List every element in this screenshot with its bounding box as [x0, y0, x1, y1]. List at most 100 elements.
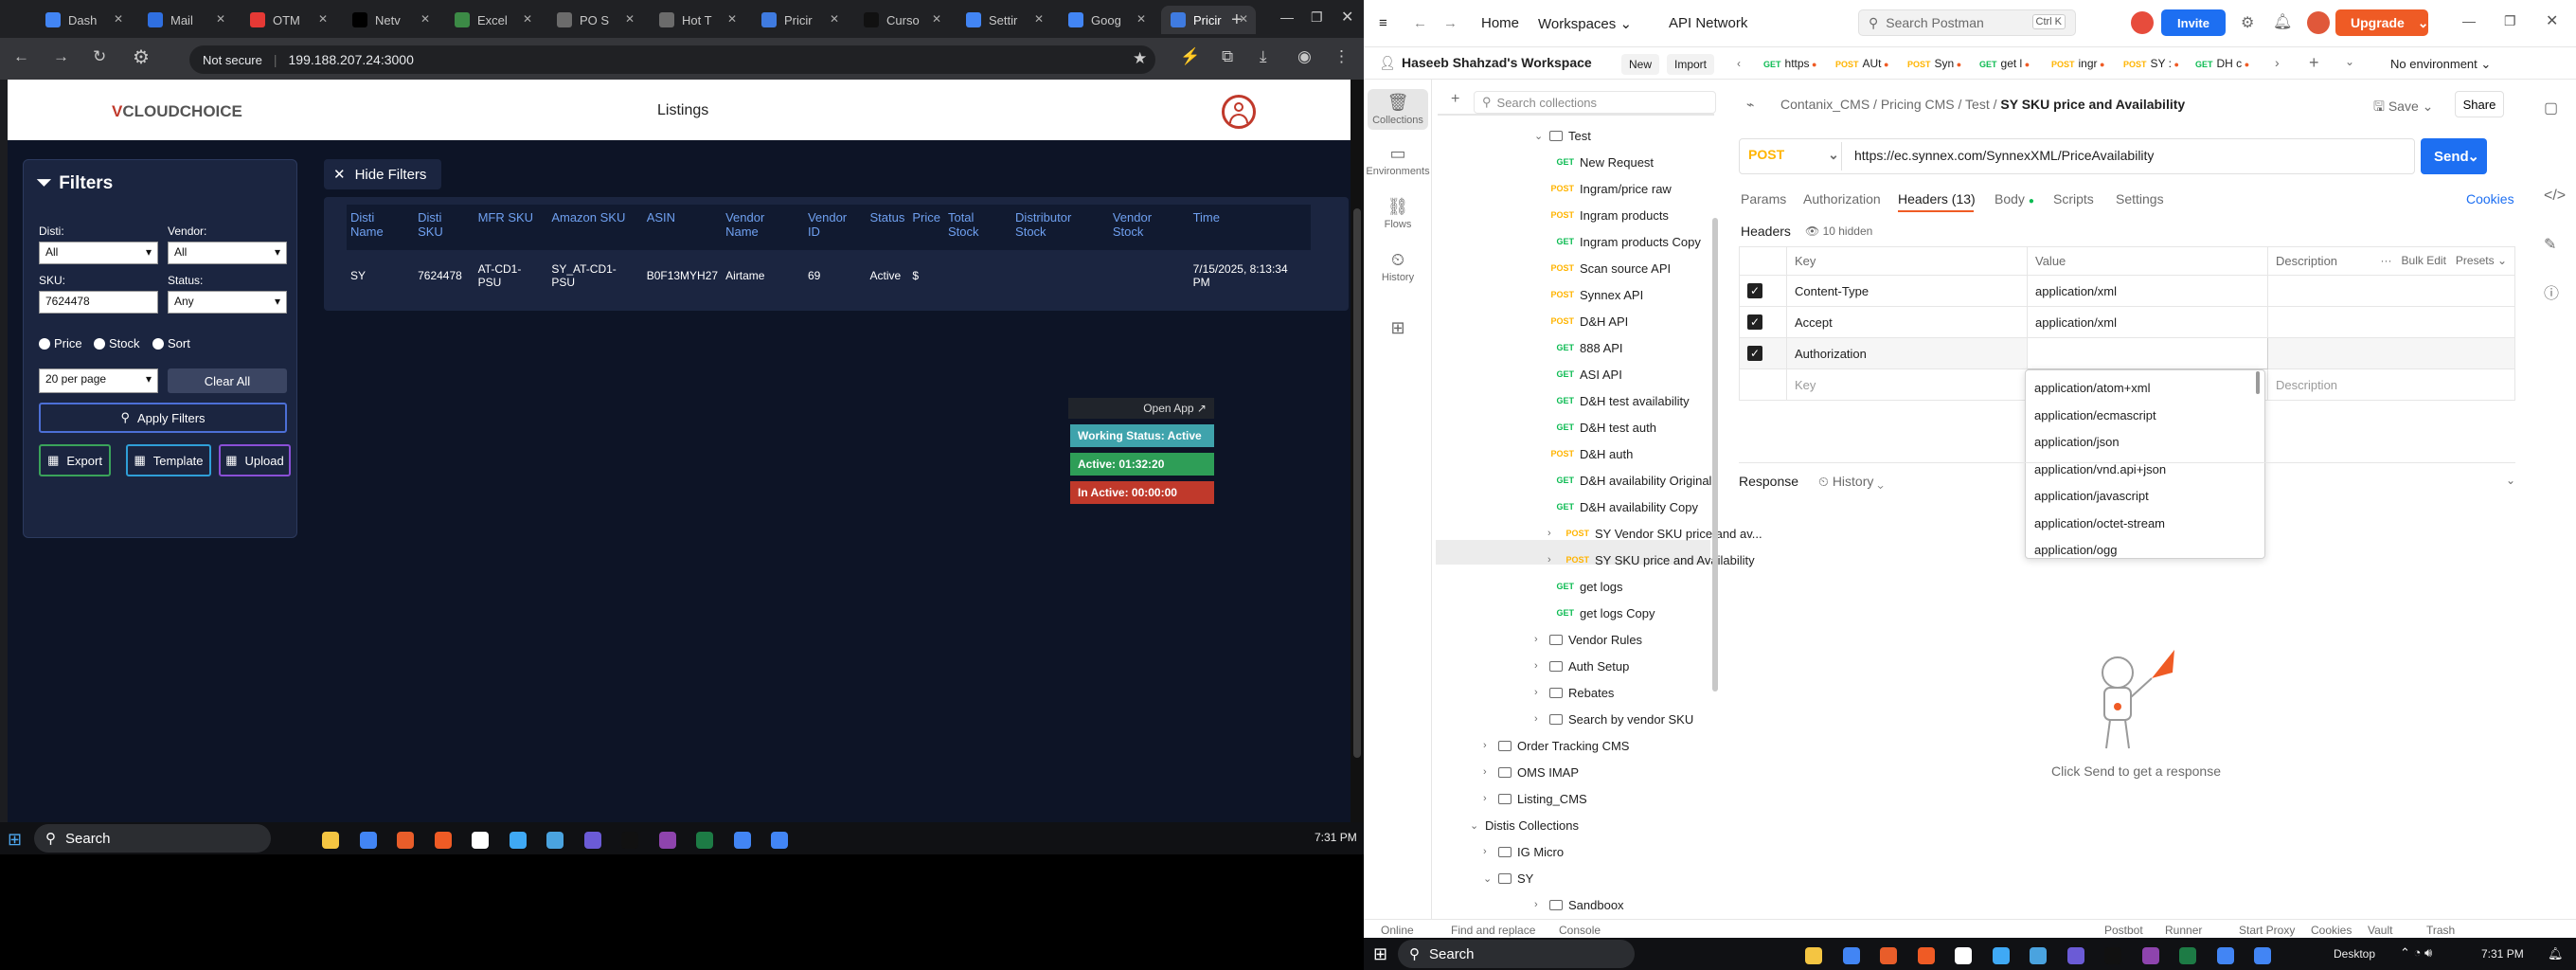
taskbar-app-icon[interactable] — [658, 832, 676, 849]
import-button[interactable]: Import — [1667, 54, 1715, 75]
tree-item[interactable]: POST Ingram products — [1547, 203, 1668, 227]
tune-icon[interactable]: ⚙ — [133, 45, 150, 69]
taskbar-app-icon[interactable] — [2216, 947, 2234, 964]
nav-workspaces[interactable]: Workspaces ⌄ — [1538, 15, 1632, 32]
suggestion-item[interactable]: application/vnd.api+json — [2034, 462, 2166, 476]
per-page-select[interactable]: 20 per page ▾ — [39, 368, 158, 393]
chevron-down-icon[interactable]: ⌄ — [1470, 819, 1479, 832]
footer-item[interactable]: Trash — [2426, 924, 2455, 937]
table-column-header[interactable]: Amazon SKU — [547, 205, 643, 250]
forward-icon[interactable]: → — [53, 47, 69, 66]
taskbar-app-icon[interactable] — [472, 832, 489, 849]
share-button[interactable]: Share — [2455, 91, 2504, 117]
taskbar-app-icon[interactable] — [1842, 947, 1860, 964]
scrollbar-thumb[interactable] — [1353, 208, 1361, 758]
radio-stock[interactable]: Stock — [94, 336, 140, 350]
back-icon[interactable]: ← — [1413, 15, 1427, 31]
disti-select[interactable]: All ▾ — [39, 242, 158, 264]
user-avatar-icon[interactable] — [1222, 95, 1256, 129]
notification-icon[interactable]: 🔔︎ — [2548, 946, 2564, 961]
table-column-header[interactable]: ASIN — [642, 205, 723, 250]
environment-select[interactable]: No environment ⌄ — [2390, 57, 2491, 72]
close-tab-icon[interactable]: ✕ — [523, 12, 532, 26]
chevron-right-icon[interactable]: › — [1483, 793, 1493, 804]
vendor-select[interactable]: All ▾ — [168, 242, 287, 264]
extension-icon[interactable]: ⚡ — [1180, 47, 1200, 66]
collection-search-input[interactable]: ⚲ Search collections — [1474, 91, 1716, 114]
request-tab[interactable]: POST SY : ● — [2123, 57, 2179, 70]
footer-item[interactable]: Start Proxy — [2239, 924, 2295, 937]
minimize-icon[interactable]: — — [1280, 9, 1294, 25]
sidebar-item-environments[interactable]: ▭ Environments — [1364, 144, 1432, 177]
chevron-right-icon[interactable]: › — [1534, 687, 1544, 698]
tree-item[interactable]: › Sandboox — [1534, 892, 1624, 917]
tree-item[interactable]: GET ASI API — [1547, 362, 1621, 386]
taskbar-app-icon[interactable] — [1917, 947, 1935, 964]
hamburger-icon[interactable]: ≡ — [1379, 15, 1387, 31]
minimize-icon[interactable]: — — [2462, 13, 2476, 28]
bulk-edit-link[interactable]: Bulk Edit — [2402, 254, 2446, 267]
tab-authorization[interactable]: Authorization — [1803, 191, 1881, 207]
tree-item[interactable]: GET 888 API — [1547, 335, 1622, 360]
download-icon[interactable]: ⤓ — [1260, 47, 1267, 66]
address-bar[interactable]: Not secure | 199.188.207.24:3000 — [189, 45, 1155, 74]
template-button[interactable]: ▦ Template — [126, 444, 211, 476]
code-icon[interactable]: </> — [2544, 188, 2566, 205]
request-tab[interactable]: POST AUt ● — [1835, 57, 1888, 70]
tree-item[interactable]: POST D&H API — [1547, 309, 1628, 333]
tree-item[interactable]: › POST SY SKU price and Availability — [1547, 548, 1755, 572]
reload-icon[interactable]: ↻ — [93, 47, 106, 66]
tree-item[interactable]: ⌄ Distis Collections — [1470, 813, 1579, 837]
tree-item[interactable]: POST Ingram/price raw — [1547, 176, 1671, 201]
system-tray-icons[interactable]: ⌃ ◔ 🔊︎ — [2400, 945, 2432, 961]
close-tab-icon[interactable]: ✕ — [114, 12, 123, 26]
chrome-menu-icon[interactable]: ⋮ — [1333, 47, 1350, 66]
restore-icon[interactable]: ❐ — [1311, 9, 1323, 26]
taskbar-app-icon[interactable] — [621, 832, 638, 849]
table-column-header[interactable]: Total Stock — [943, 205, 1012, 250]
nav-api-network[interactable]: API Network — [1669, 15, 1747, 31]
nav-home[interactable]: Home — [1481, 15, 1519, 31]
clear-all-button[interactable]: Clear All — [168, 368, 287, 393]
header-value-input[interactable] — [2027, 337, 2268, 369]
taskbar-app-icon[interactable] — [2066, 947, 2084, 964]
sidebar-item-flows[interactable]: ⛓ Flows — [1364, 197, 1432, 230]
footer-item[interactable]: Vault — [2368, 924, 2392, 937]
close-tab-icon[interactable]: ✕ — [625, 12, 635, 26]
chrome-tab[interactable]: Hot T ✕ — [650, 6, 744, 34]
table-column-header[interactable]: Time — [1189, 205, 1311, 250]
taskbar-app-icon[interactable] — [1880, 947, 1897, 964]
header-value[interactable]: application/xml — [2027, 275, 2268, 307]
new-tab-icon[interactable]: + — [1231, 9, 1243, 31]
taskbar-app-icon[interactable] — [2104, 947, 2121, 964]
request-tab[interactable]: POST ingr ● — [2051, 57, 2104, 70]
dropdown-scrollbar[interactable] — [2256, 371, 2260, 394]
chevron-right-icon[interactable]: › — [1547, 554, 1557, 566]
chevron-down-icon[interactable]: ⌄ — [1483, 872, 1493, 885]
restore-icon[interactable]: ❐ — [2504, 13, 2516, 29]
workspace-name[interactable]: Haseeb Shahzad's Workspace — [1402, 55, 1592, 70]
close-tab-icon[interactable]: ✕ — [830, 12, 839, 26]
suggestion-item[interactable]: application/octet-stream — [2034, 516, 2165, 530]
edit-icon[interactable]: ✎ — [2544, 235, 2556, 254]
tree-item[interactable]: GET D&H availability Copy — [1547, 494, 1698, 519]
close-tab-icon[interactable]: ✕ — [420, 12, 430, 26]
suggestion-item[interactable]: application/json — [2034, 435, 2120, 449]
request-tab[interactable]: GET get l ● — [1979, 57, 2030, 70]
add-collection-icon[interactable]: + — [1451, 91, 1459, 108]
table-row[interactable]: SY 7624478 AT-CD1-PSU SY_AT-CD1-PSU B0F13MYH… — [347, 250, 1311, 301]
suggestion-item[interactable]: application/ecmascript — [2034, 408, 2156, 422]
taskbar-app-icon[interactable] — [397, 832, 414, 849]
chevron-right-icon[interactable]: › — [1483, 766, 1493, 778]
tree-item[interactable]: GET New Request — [1547, 150, 1654, 174]
invite-button[interactable]: Invite — [2161, 9, 2226, 36]
checkbox-icon[interactable]: ✓ — [1747, 283, 1762, 298]
new-key-placeholder[interactable]: Key — [1786, 368, 2028, 401]
tree-item[interactable]: GET get logs — [1547, 574, 1622, 599]
request-title[interactable]: SY SKU price and Availability — [2000, 97, 2185, 112]
table-column-header[interactable]: Price — [908, 205, 944, 250]
hide-filters-button[interactable]: ✕ Hide Filters — [324, 159, 441, 189]
taskbar-app-icon[interactable] — [546, 832, 564, 849]
desktop-label[interactable]: Desktop — [2334, 947, 2375, 961]
header-value[interactable]: application/xml — [2027, 306, 2268, 338]
